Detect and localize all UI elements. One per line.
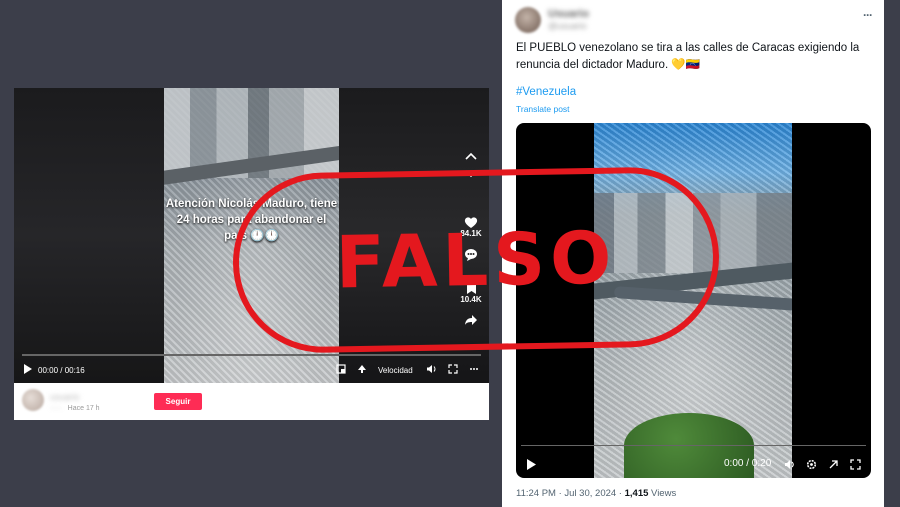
play-icon[interactable]	[23, 364, 32, 376]
author-name[interactable]: usuario	[50, 392, 80, 402]
author-handle[interactable]: @usuario	[548, 21, 587, 31]
volume-icon[interactable]	[426, 364, 437, 376]
chevron-up-icon[interactable]	[460, 152, 482, 160]
video-blur-left	[14, 88, 164, 383]
fullscreen-icon[interactable]	[850, 459, 861, 473]
volume-icon[interactable]	[784, 459, 796, 473]
views-count: 1,415	[624, 488, 649, 499]
follow-button[interactable]: Seguir	[154, 393, 202, 410]
pip-icon[interactable]	[336, 364, 346, 376]
translate-link[interactable]: Translate post	[516, 104, 570, 114]
hashtag-link[interactable]: #Venezuela	[516, 86, 576, 98]
tiktok-author-bar: usuario ····· Hace 17 h Seguir	[14, 383, 489, 420]
video-time: 00:00 / 00:16	[38, 366, 85, 375]
play-icon[interactable]	[526, 459, 536, 473]
views-label: Views	[648, 488, 677, 499]
falso-stamp-text: FALSO	[334, 215, 618, 305]
author-handle-blurred: ·····	[50, 405, 62, 412]
falso-stamp: FALSO	[231, 165, 721, 355]
post-meta: 11:24 PM · Jul 30, 2024 · 1,415 Views	[516, 488, 676, 499]
avatar[interactable]	[515, 7, 541, 33]
post-timestamp[interactable]: 11:24 PM · Jul 30, 2024 ·	[516, 488, 625, 499]
pip-icon[interactable]	[828, 459, 839, 473]
fullscreen-icon[interactable]	[448, 364, 458, 376]
author-name[interactable]: Usuario	[548, 8, 589, 20]
more-icon[interactable]: ···	[863, 8, 873, 22]
settings-icon[interactable]	[806, 459, 817, 473]
avatar[interactable]	[22, 389, 44, 411]
quality-icon[interactable]	[357, 364, 367, 376]
speed-button[interactable]: Velocidad	[378, 366, 413, 375]
post-age-text: Hace 17 h	[67, 405, 100, 412]
tiktok-controls: 00:00 / 00:16 Velocidad	[14, 358, 489, 383]
video-time: 0:00 / 0:20	[724, 458, 772, 469]
video-controls: 0:00 / 0:20	[516, 456, 871, 476]
post-text: El PUEBLO venezolano se tira a las calle…	[516, 42, 860, 71]
video-progress-bar[interactable]	[521, 445, 866, 446]
video-progress-bar[interactable]	[22, 354, 481, 356]
post-age: ····· Hace 17 h	[50, 405, 100, 412]
more-icon[interactable]	[469, 364, 479, 376]
